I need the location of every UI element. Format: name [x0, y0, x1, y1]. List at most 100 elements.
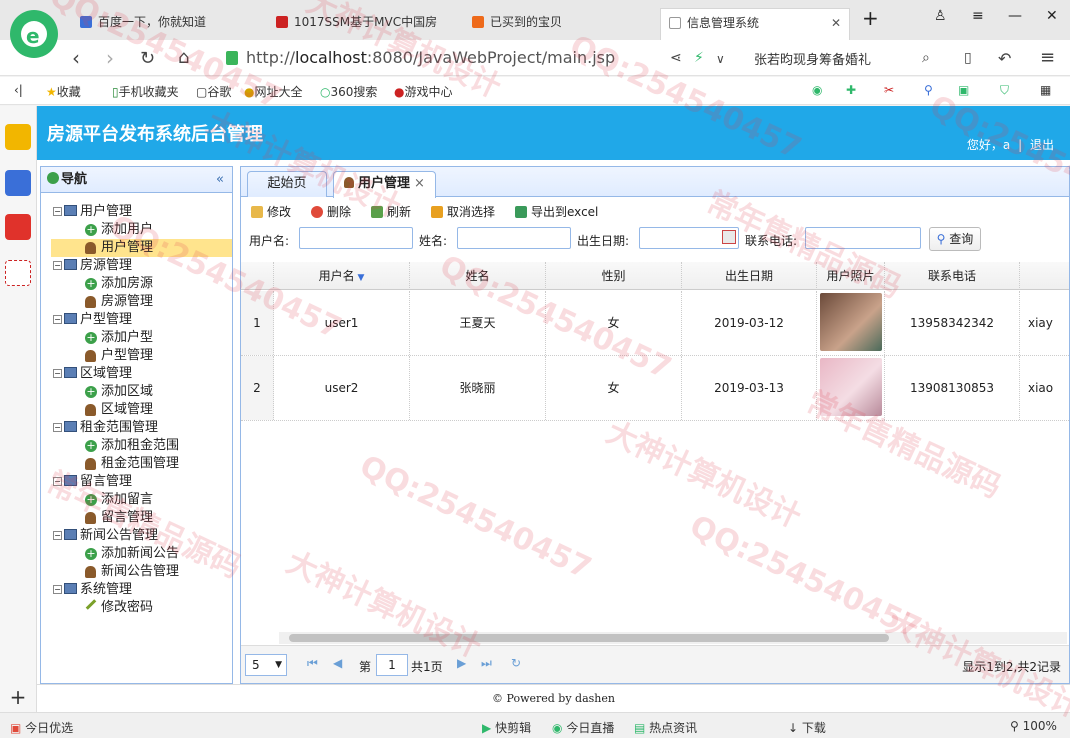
- query-button[interactable]: ⚲ 查询: [929, 227, 981, 251]
- search-icon[interactable]: ⌕: [922, 50, 930, 66]
- scissors-icon[interactable]: ✂: [884, 83, 894, 97]
- home-icon[interactable]: ⌂: [178, 47, 189, 68]
- close-tab-icon[interactable]: ×: [414, 176, 425, 191]
- search-suggestion[interactable]: 张若昀现身筹备婚礼: [754, 49, 871, 68]
- next-page-icon[interactable]: ▶: [457, 656, 466, 670]
- col-birth[interactable]: 出生日期: [682, 262, 817, 290]
- nav-item[interactable]: + 添加户型: [51, 329, 232, 347]
- favorites-side-icon[interactable]: [5, 124, 31, 150]
- reload-icon[interactable]: ↻: [140, 48, 155, 69]
- refresh-button[interactable]: 刷新: [371, 203, 411, 220]
- bookmark-sites[interactable]: ●网址大全: [244, 83, 303, 100]
- collapse-toggle-icon[interactable]: −: [53, 477, 62, 486]
- sidebar-toggle-icon[interactable]: ‹|: [14, 83, 23, 97]
- plus-icon[interactable]: +: [0, 684, 37, 712]
- status-today-picks[interactable]: ▣ 今日优选: [10, 719, 73, 736]
- username-input[interactable]: [299, 227, 413, 249]
- collapse-icon[interactable]: «: [216, 167, 224, 193]
- scrollbar-thumb[interactable]: [289, 634, 889, 642]
- undo-icon[interactable]: ↶: [998, 49, 1011, 68]
- new-tab-button[interactable]: +: [862, 6, 879, 30]
- nav-item[interactable]: + 添加租金范围: [51, 437, 232, 455]
- nav-group[interactable]: − 留言管理: [51, 473, 232, 491]
- col-name[interactable]: 姓名: [410, 262, 546, 290]
- status-clip[interactable]: ▶ 快剪辑: [482, 719, 531, 736]
- col-username[interactable]: 用户名 ▼: [274, 262, 410, 290]
- ext2-icon[interactable]: ✚: [846, 83, 856, 97]
- nav-item[interactable]: 房源管理: [51, 293, 232, 311]
- list-side-icon[interactable]: [5, 170, 31, 196]
- nav-item[interactable]: + 添加新闻公告: [51, 545, 232, 563]
- horizontal-scrollbar[interactable]: [279, 632, 1067, 644]
- name-input[interactable]: [457, 227, 571, 249]
- close-tab-icon[interactable]: ✕: [831, 9, 841, 37]
- lightning-icon[interactable]: ⚡: [694, 50, 704, 66]
- nav-group[interactable]: − 房源管理: [51, 257, 232, 275]
- last-page-icon[interactable]: ⏭: [481, 656, 492, 671]
- nav-item[interactable]: + 添加留言: [51, 491, 232, 509]
- magnifier-icon[interactable]: ⚲: [924, 83, 933, 97]
- delete-button[interactable]: 删除: [311, 203, 351, 220]
- export-excel-button[interactable]: 导出到excel: [515, 203, 598, 220]
- ext-icon[interactable]: ◉: [812, 83, 822, 97]
- nav-group[interactable]: − 新闻公告管理: [51, 527, 232, 545]
- page-size-select[interactable]: 5 ▼: [245, 654, 287, 676]
- phone-input[interactable]: [805, 227, 921, 249]
- hamburger-icon[interactable]: ≡: [1040, 47, 1055, 68]
- table-row[interactable]: 2 user2 张晓丽女 2019-03-13 13908130853 xiao: [241, 356, 1069, 421]
- url-field[interactable]: http://localhost:8080/JavaWebProject/mai…: [246, 48, 615, 67]
- bookmark-games[interactable]: ●游戏中心: [394, 83, 453, 100]
- page-number-input[interactable]: 1: [376, 654, 408, 676]
- shield-ext-icon[interactable]: ⛉: [1000, 83, 1009, 98]
- first-page-icon[interactable]: ⏮: [307, 656, 318, 671]
- nav-group[interactable]: − 用户管理: [51, 203, 232, 221]
- nav-item[interactable]: 新闻公告管理: [51, 563, 232, 581]
- bookmark-360[interactable]: ○360搜索: [320, 83, 377, 100]
- status-download[interactable]: ↓ 下载: [788, 719, 826, 736]
- unselect-button[interactable]: 取消选择: [431, 203, 495, 220]
- prev-page-icon[interactable]: ◀: [333, 656, 342, 670]
- col-gender[interactable]: 性别: [546, 262, 682, 290]
- chevron-down-icon[interactable]: ∨: [716, 52, 725, 66]
- collapse-toggle-icon[interactable]: −: [53, 369, 62, 378]
- shirt-icon[interactable]: ♙: [934, 8, 947, 24]
- tab-user-management[interactable]: 用户管理 ×: [333, 171, 436, 198]
- collapse-toggle-icon[interactable]: −: [53, 585, 62, 594]
- collapse-toggle-icon[interactable]: −: [53, 207, 62, 216]
- bookmark-mobile[interactable]: ▯手机收藏夹: [112, 83, 179, 100]
- nav-item[interactable]: + 添加房源: [51, 275, 232, 293]
- back-icon[interactable]: ‹: [72, 46, 80, 70]
- status-zoom[interactable]: ⚲ 100%: [1010, 719, 1057, 733]
- nav-item[interactable]: 区域管理: [51, 401, 232, 419]
- mobile-icon[interactable]: ▯: [964, 50, 972, 66]
- calendar-icon[interactable]: [722, 230, 736, 244]
- weibo-icon[interactable]: [5, 214, 31, 240]
- nav-group[interactable]: − 户型管理: [51, 311, 232, 329]
- nav-item[interactable]: + 添加用户: [51, 221, 232, 239]
- bookmark-google[interactable]: ▢谷歌: [196, 83, 231, 100]
- collapse-toggle-icon[interactable]: −: [53, 423, 62, 432]
- browser-tab[interactable]: 1017SSM基于MVC中国房: [268, 8, 458, 40]
- tab-home[interactable]: 起始页: [247, 171, 327, 197]
- col-phone[interactable]: 联系电话: [885, 262, 1020, 290]
- nav-item[interactable]: + 添加区域: [51, 383, 232, 401]
- nav-group[interactable]: − 租金范围管理: [51, 419, 232, 437]
- nav-item[interactable]: 租金范围管理: [51, 455, 232, 473]
- grid-icon[interactable]: ▦: [1040, 83, 1051, 97]
- collapse-toggle-icon[interactable]: −: [53, 261, 62, 270]
- nav-item[interactable]: 用户管理: [51, 239, 232, 257]
- col-more[interactable]: [1020, 262, 1069, 290]
- menu-icon[interactable]: ≡: [972, 8, 984, 24]
- browser-tab[interactable]: 百度一下，你就知道: [72, 8, 262, 40]
- collapse-toggle-icon[interactable]: −: [53, 315, 62, 324]
- browser-tab[interactable]: 已买到的宝贝: [464, 8, 654, 40]
- nav-item[interactable]: 留言管理: [51, 509, 232, 527]
- logout-link[interactable]: 退出: [1030, 138, 1054, 152]
- minimize-icon[interactable]: —: [1008, 8, 1022, 24]
- nav-item[interactable]: 户型管理: [51, 347, 232, 365]
- forward-icon[interactable]: ›: [106, 46, 114, 70]
- share-icon[interactable]: ⋖: [670, 50, 682, 66]
- reload-icon[interactable]: ↻: [511, 656, 521, 670]
- close-window-icon[interactable]: ✕: [1046, 8, 1058, 24]
- nav-group[interactable]: − 区域管理: [51, 365, 232, 383]
